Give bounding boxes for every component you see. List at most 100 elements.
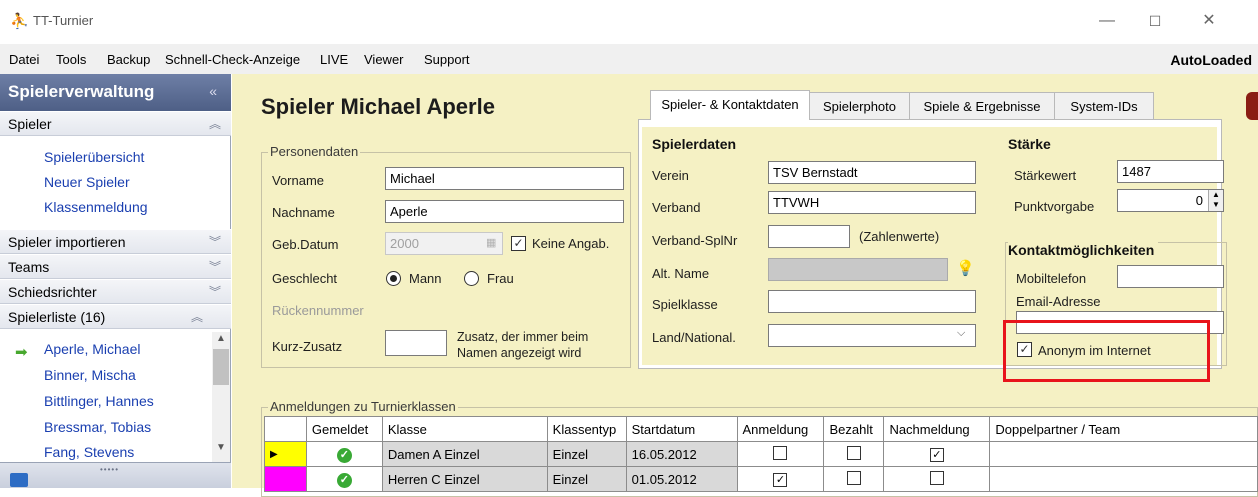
grip-dots-icon[interactable]: ••••• [100,465,119,474]
bezahlt-checkbox[interactable] [846,470,861,485]
nachname-label: Nachname [272,205,335,220]
menu-live[interactable]: LIVE [320,52,348,67]
rueckennummer-label: Rückennummer [272,303,364,318]
column-header[interactable]: Anmeldung [736,416,825,442]
menu-tools[interactable]: Tools [56,52,86,67]
sidebar-header: Spielerverwaltung « [0,74,231,111]
column-header[interactable]: Nachmeldung [883,416,991,442]
sidebar-group-spieler[interactable]: Spieler ︽ [0,111,231,136]
minimize-button[interactable]: — [1084,6,1130,36]
keine-angabe-checkbox[interactable]: ✓ [511,236,526,251]
verband-input[interactable]: TTVWH [768,191,976,214]
geschlecht-label: Geschlecht [272,271,338,286]
vorname-label: Vorname [272,173,325,188]
nachname-input[interactable]: Aperle [385,200,624,223]
anmeldung-cell[interactable] [736,441,825,467]
kurzzusatz-input[interactable] [385,330,447,356]
menu-support[interactable]: Support [424,52,470,67]
staerke-title: Stärke [1008,136,1051,152]
verein-input[interactable]: TSV Bernstadt [768,161,976,184]
spielklasse-input[interactable] [768,290,976,313]
land-select[interactable] [768,324,976,347]
chevron-down-icon[interactable]: ⌵ [957,327,965,340]
player-list-item[interactable]: Binner, Mischa [44,367,136,383]
mobiltelefon-input[interactable] [1117,265,1224,288]
collapse-sidebar-icon[interactable]: « [209,83,217,99]
bezahlt-checkbox[interactable] [846,445,861,460]
klassentyp-cell[interactable]: Einzel [546,441,627,467]
scrollbar-thumb[interactable] [213,349,229,385]
klasse-cell[interactable]: Damen A Einzel [381,441,548,467]
nav-icon[interactable] [10,473,28,487]
sidebar-group-spielerliste[interactable]: Spielerliste (16) ︽ [0,304,231,329]
spin-arrows-icon[interactable]: ▲ ▼ [1208,190,1223,211]
verband-splnr-input[interactable] [768,225,850,248]
sidebar-group-spieler-importieren[interactable]: Spieler importieren ︾ [0,229,231,254]
column-header[interactable]: Klassentyp [546,416,627,442]
sidebar-title: Spielerverwaltung [8,82,155,101]
sidebar-link-spieleruebersicht[interactable]: Spielerübersicht [44,149,144,165]
player-list-item[interactable]: Bressmar, Tobias [44,419,151,435]
chevron-down-icon: ︾ [208,260,221,274]
column-header[interactable]: Klasse [381,416,548,442]
column-header[interactable]: Bezahlt [823,416,885,442]
sidebar-group-label: Spielerliste (16) [8,309,106,325]
tab-spielerphoto[interactable]: Spielerphoto [809,92,910,119]
verband-splnr-label: Verband-SplNr [652,233,738,248]
sidebar-link-klassenmeldung[interactable]: Klassenmeldung [44,199,148,215]
table-header-row: Gemeldet Klasse Klassentyp Startdatum An… [264,416,1258,442]
menu-backup[interactable]: Backup [107,52,150,67]
alt-name-label: Alt. Name [652,266,710,281]
menu-viewer[interactable]: Viewer [364,52,404,67]
tab-system-ids[interactable]: System-IDs [1054,92,1154,119]
tab-spiele-ergebnisse[interactable]: Spiele & Ergebnisse [909,92,1055,119]
table-row[interactable]: ▶ ✓ Damen A Einzel Einzel 16.05.2012 ✓ [264,441,1258,467]
close-button[interactable]: ✕ [1186,6,1232,36]
maximize-button[interactable]: ☐ [1132,6,1178,36]
bezahlt-cell[interactable] [823,441,885,467]
anmeldung-checkbox[interactable]: ✓ [773,473,788,487]
scroll-down-icon[interactable]: ▼ [212,442,230,458]
sidebar-link-neuer-spieler[interactable]: Neuer Spieler [44,174,130,190]
nachmeldung-cell[interactable]: ✓ [883,441,991,467]
email-label: Email-Adresse [1016,294,1101,309]
calendar-icon[interactable]: ▦ [486,236,496,249]
column-header[interactable]: Startdatum [625,416,738,442]
frau-radio[interactable] [464,271,479,286]
anmeldung-checkbox[interactable] [773,445,788,460]
sidebar-group-schiedsrichter[interactable]: Schiedsrichter ︾ [0,279,231,304]
doppelpartner-cell[interactable] [989,441,1258,467]
verband-label: Verband [652,200,701,215]
lightbulb-icon[interactable]: 💡 [956,259,975,277]
title-bar: ⛹ TT-Turnier — ☐ ✕ [0,0,1258,44]
menu-schnell-check[interactable]: Schnell-Check-Anzeige [165,52,300,67]
column-header[interactable]: Gemeldet [305,416,383,442]
land-label: Land/National. [652,330,736,345]
player-list-item[interactable]: Aperle, Michael [44,341,141,357]
staerkewert-label: Stärkewert [1014,168,1077,183]
sidebar-group-teams[interactable]: Teams ︾ [0,254,231,279]
vorname-input[interactable]: Michael [385,167,624,190]
nachmeldung-checkbox[interactable]: ✓ [929,448,944,462]
player-list-item[interactable]: Bittlinger, Hannes [44,393,154,409]
sidebar-group-label: Schiedsrichter [8,284,97,300]
personendaten-title: Personendaten [268,144,361,159]
scroll-up-icon[interactable]: ▲ [212,333,230,349]
nachmeldung-checkbox[interactable] [929,470,944,485]
staerkewert-input[interactable]: 1487 [1117,160,1224,183]
spielklasse-label: Spielklasse [652,297,718,312]
frau-label: Frau [487,271,514,286]
column-header[interactable]: Doppelpartner / Team [989,416,1258,442]
mann-radio[interactable] [386,271,401,286]
menu-bar: Datei Tools Backup Schnell-Check-Anzeige… [0,44,1258,74]
tab-spieler-kontaktdaten[interactable]: Spieler- & Kontaktdaten [650,90,810,120]
player-list-item[interactable]: Fang, Stevens [44,444,134,460]
startdatum-cell[interactable]: 16.05.2012 [625,441,738,467]
mann-label: Mann [409,271,442,286]
row-marker[interactable]: ▶ [264,441,307,467]
sidebar: Spielerverwaltung « Spieler ︽ Spielerübe… [0,74,231,488]
chevron-up-icon: ︽ [190,310,203,324]
alt-name-input[interactable] [768,258,948,281]
sidebar-bottom-bar[interactable]: ••••• [0,462,231,488]
menu-datei[interactable]: Datei [9,52,39,67]
